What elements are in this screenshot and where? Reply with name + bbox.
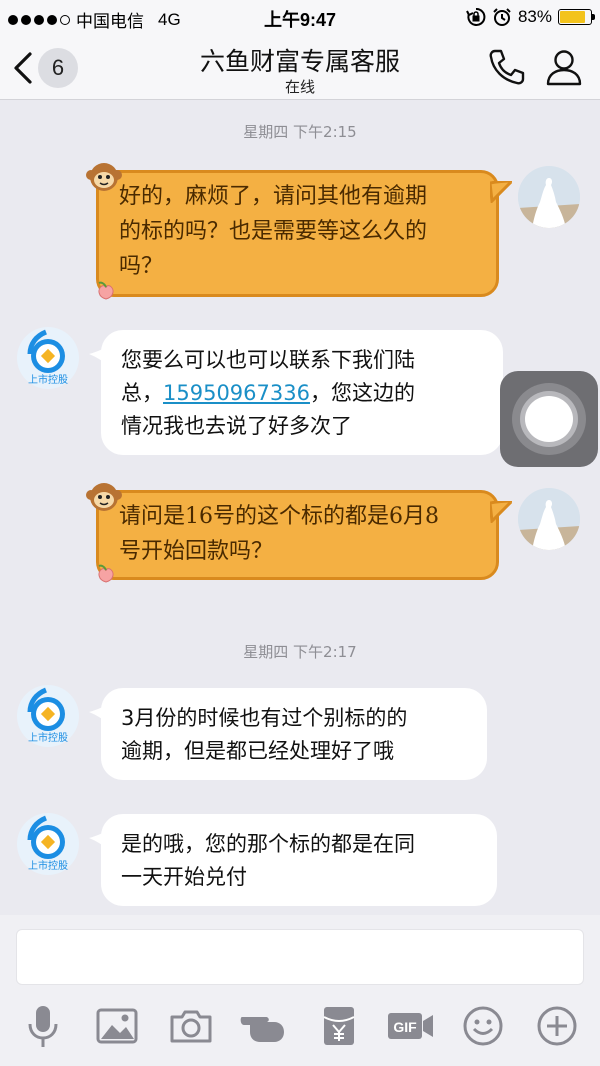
avatar-caption: 上市控股 <box>28 861 68 872</box>
chat-header: 6 六鱼财富专属客服 在线 <box>0 34 600 100</box>
poke-hand-icon[interactable] <box>240 1003 290 1049</box>
message-list[interactable]: 星期四 下午2:15 好的，麻烦了，请问其他有逾期 的标的吗？也是需要等这么久的… <box>0 100 600 915</box>
avatar-caption: 上市控股 <box>28 733 68 744</box>
message-line: 您要么可以也可以联系下我们陆 <box>121 348 415 372</box>
alarm-icon <box>493 8 511 26</box>
status-right: 83% <box>466 7 595 27</box>
message-timestamp: 星期四 下午2:17 <box>243 643 357 661</box>
message-line: 3月份的时候也有过个别标的的 <box>121 706 408 730</box>
service-avatar[interactable]: 上市控股 <box>16 684 80 748</box>
message-line: 一天开始兑付 <box>121 865 247 889</box>
message-line: 逾期，但是都已经处理好了哦 <box>121 739 394 763</box>
battery-fill <box>560 11 585 23</box>
profile-icon[interactable] <box>544 46 584 88</box>
peach-decoration-icon <box>98 281 114 300</box>
incoming-message-bubble[interactable]: 3月份的时候也有过个别标的的 逾期，但是都已经处理好了哦 <box>89 688 487 780</box>
my-avatar[interactable] <box>518 166 580 228</box>
red-packet-icon[interactable] <box>316 1003 362 1049</box>
message-text: ，您这边的 <box>309 381 415 405</box>
bubble-tail <box>89 704 109 724</box>
message-line: 吗？ <box>119 254 164 279</box>
bubble-tail <box>89 830 109 850</box>
gif-icon[interactable]: GIF <box>386 1003 436 1049</box>
emoji-icon[interactable] <box>460 1003 506 1049</box>
message-line: 总，15950967336，您这边的 <box>121 377 483 410</box>
phone-number-link[interactable]: 15950967336 <box>163 381 310 405</box>
bubble-tail <box>89 346 109 366</box>
outgoing-message-bubble[interactable]: 请问是16号的这个标的都是6月8 号开始回款吗？ <box>86 483 512 583</box>
incoming-message-bubble[interactable]: 您要么可以也可以联系下我们陆 总，15950967336，您这边的 情况我也去说… <box>89 330 503 455</box>
monkey-sticker-icon <box>86 163 122 191</box>
bride-photo-icon <box>518 166 580 228</box>
message-timestamp: 星期四 下午2:15 <box>243 123 357 141</box>
message-input[interactable] <box>16 929 584 985</box>
service-avatar[interactable]: 上市控股 <box>16 326 80 390</box>
avatar-caption: 上市控股 <box>28 375 68 386</box>
composer: GIF <box>0 915 600 1066</box>
message-line: 的标的吗？也是需要等这么久的 <box>119 219 428 244</box>
bubble-tail <box>490 181 512 203</box>
composer-toolbar: GIF <box>0 1003 600 1053</box>
image-icon[interactable] <box>94 1003 140 1049</box>
svg-text:GIF: GIF <box>393 1019 417 1035</box>
plus-icon[interactable] <box>534 1003 580 1049</box>
message-text: 总， <box>121 381 163 405</box>
bride-photo-icon <box>518 488 580 550</box>
phone-call-icon[interactable] <box>486 46 526 88</box>
message-line: 请问是16号的这个标的都是6月8 <box>119 504 439 529</box>
message-line: 号开始回款吗？ <box>119 539 274 564</box>
outgoing-message-bubble[interactable]: 好的，麻烦了，请问其他有逾期 的标的吗？也是需要等这么久的 吗？ <box>86 163 512 300</box>
service-avatar[interactable]: 上市控股 <box>16 812 80 876</box>
message-line: 情况我也去说了好多次了 <box>121 414 352 438</box>
monkey-sticker-icon <box>86 483 122 511</box>
battery-percent: 83% <box>517 7 552 26</box>
status-bar: 中国电信 4G 上午9:47 83% <box>0 0 600 34</box>
bubble-tail <box>490 501 512 523</box>
microphone-icon[interactable] <box>20 1003 66 1049</box>
assistive-touch-button[interactable] <box>500 371 598 467</box>
incoming-message-bubble[interactable]: 是的哦，您的那个标的都是在同 一天开始兑付 <box>89 814 497 906</box>
message-line: 是的哦，您的那个标的都是在同 <box>121 832 415 856</box>
peach-decoration-icon <box>98 564 114 583</box>
battery-icon <box>558 9 595 25</box>
message-line: 好的，麻烦了，请问其他有逾期 <box>119 184 428 209</box>
camera-icon[interactable] <box>168 1003 214 1049</box>
rotation-lock-icon <box>466 7 486 26</box>
my-avatar[interactable] <box>518 488 580 550</box>
